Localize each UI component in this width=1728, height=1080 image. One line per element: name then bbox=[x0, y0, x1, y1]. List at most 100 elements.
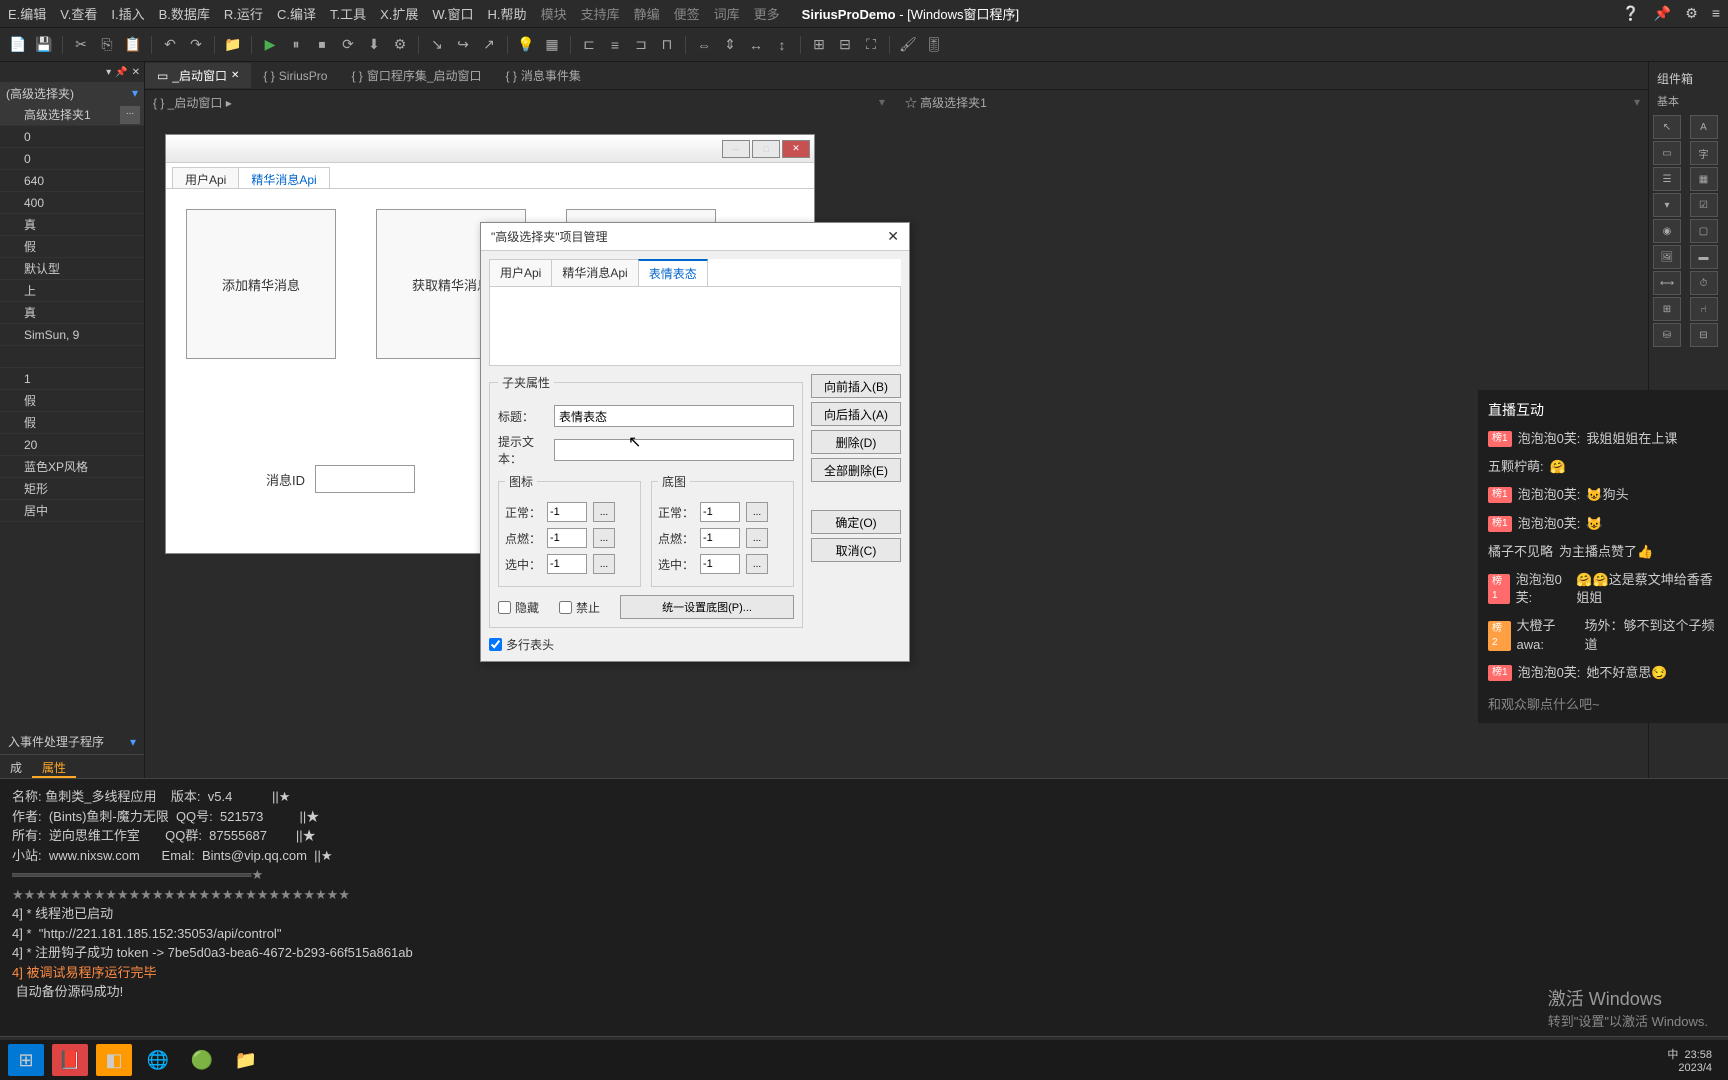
palette-tab-basic[interactable]: 基本 bbox=[1653, 91, 1724, 111]
tab-siriuspro[interactable]: { } SiriusPro bbox=[251, 65, 339, 87]
unified-bg-button[interactable]: 统一设置底图(P)... bbox=[620, 595, 794, 619]
cut-icon[interactable]: ✂ bbox=[71, 35, 91, 55]
menu-view[interactable]: V.查看 bbox=[60, 4, 97, 23]
dlg-tab-emoji[interactable]: 表情表态 bbox=[638, 259, 708, 286]
button-icon[interactable]: ▭ bbox=[1653, 141, 1681, 165]
task-explorer[interactable]: 📁 bbox=[228, 1044, 264, 1076]
step-over-icon[interactable]: ↪ bbox=[453, 35, 473, 55]
delete-button[interactable]: 删除(D) bbox=[811, 430, 901, 454]
list-icon[interactable]: ☰ bbox=[1653, 167, 1681, 191]
run-icon[interactable]: ▶ bbox=[260, 35, 280, 55]
check-icon[interactable]: ☑ bbox=[1690, 193, 1718, 217]
form-tab-essence[interactable]: 精华消息Api bbox=[238, 167, 329, 188]
gear-icon[interactable]: ⚙ bbox=[1685, 5, 1698, 22]
prop-row[interactable]: 640 bbox=[0, 170, 144, 192]
panel-pin-icon[interactable]: 📌 bbox=[115, 67, 127, 78]
msg-id-input[interactable] bbox=[315, 465, 415, 493]
grid-icon[interactable]: ▦ bbox=[1690, 167, 1718, 191]
task-app2[interactable]: ◧ bbox=[96, 1044, 132, 1076]
new-icon[interactable]: 📄 bbox=[8, 35, 28, 55]
object-combo[interactable]: (高级选择夹)▾ bbox=[0, 82, 144, 104]
prop-row[interactable] bbox=[0, 346, 144, 368]
browse-button[interactable]: ... bbox=[746, 502, 768, 522]
step-into-icon[interactable]: ↘ bbox=[427, 35, 447, 55]
browse-button[interactable]: ... bbox=[593, 554, 615, 574]
stop-icon[interactable]: ⏹ bbox=[312, 35, 332, 55]
start-button[interactable]: ⊞ bbox=[8, 1044, 44, 1076]
close-button[interactable]: ✕ bbox=[782, 140, 810, 158]
timer-icon[interactable]: ⏱ bbox=[1690, 271, 1718, 295]
tab-icon[interactable]: ⑁ bbox=[1690, 297, 1718, 321]
tab-window-procs[interactable]: { } 窗口程序集_启动窗口 bbox=[339, 63, 493, 88]
menu-edit[interactable]: E.编辑 bbox=[8, 4, 46, 23]
browse-button[interactable]: ... bbox=[746, 528, 768, 548]
progress-icon[interactable]: ▬ bbox=[1690, 245, 1718, 269]
menu-database[interactable]: B.数据库 bbox=[159, 4, 210, 23]
menu-dict[interactable]: 词库 bbox=[714, 4, 740, 23]
close-icon[interactable]: ✕ bbox=[231, 70, 239, 81]
bg-hot-input[interactable] bbox=[700, 528, 740, 548]
prop-row[interactable]: 真 bbox=[0, 214, 144, 236]
menu-note[interactable]: 便签 bbox=[674, 4, 700, 23]
dist-v-icon[interactable]: ⇕ bbox=[720, 35, 740, 55]
menu-window[interactable]: W.窗口 bbox=[432, 4, 473, 23]
prop-row[interactable]: 上 bbox=[0, 280, 144, 302]
step-icon[interactable]: ⬇ bbox=[364, 35, 384, 55]
prop-row[interactable]: 真 bbox=[0, 302, 144, 324]
prop-row[interactable]: 0 bbox=[0, 148, 144, 170]
menu-tools[interactable]: T.工具 bbox=[330, 4, 366, 23]
form-tab-user[interactable]: 用户Api bbox=[172, 167, 239, 188]
menu-extend[interactable]: X.扩展 bbox=[380, 4, 418, 23]
multiline-checkbox[interactable]: 多行表头 bbox=[489, 636, 554, 653]
combo-icon[interactable]: ▾ bbox=[1653, 193, 1681, 217]
image-icon[interactable]: 🖼 bbox=[1653, 245, 1681, 269]
same-w-icon[interactable]: ↔ bbox=[746, 35, 766, 55]
prop-row[interactable]: 居中 bbox=[0, 500, 144, 522]
prop-name-row[interactable]: 高级选择夹1 ... bbox=[0, 104, 144, 126]
insert-before-button[interactable]: 向前插入(B) bbox=[811, 374, 901, 398]
font-icon[interactable]: 字 bbox=[1690, 141, 1718, 165]
tab-start-window[interactable]: ▭ _启动窗口 ✕ bbox=[145, 63, 251, 88]
cancel-button[interactable]: 取消(C) bbox=[811, 538, 901, 562]
task-app1[interactable]: 📕 bbox=[52, 1044, 88, 1076]
left-tab-properties[interactable]: 属性 bbox=[32, 755, 76, 778]
prop-row[interactable]: 蓝色XP风格 bbox=[0, 456, 144, 478]
prop-row[interactable]: 20 bbox=[0, 434, 144, 456]
center-v-icon[interactable]: ⊟ bbox=[835, 35, 855, 55]
chat-input-prompt[interactable]: 和观众聊点什么吧~ bbox=[1488, 694, 1718, 713]
hide-checkbox[interactable]: 隐藏 bbox=[498, 599, 539, 616]
chevron-down-icon[interactable]: ▾ bbox=[879, 95, 885, 109]
menu-compile[interactable]: C.编译 bbox=[277, 4, 316, 23]
browse-button[interactable]: ... bbox=[593, 502, 615, 522]
tab-message-events[interactable]: { } 消息事件集 bbox=[494, 63, 593, 88]
bg-sel-input[interactable] bbox=[700, 554, 740, 574]
dist-h-icon[interactable]: ⇔ bbox=[694, 35, 714, 55]
same-h-icon[interactable]: ↕ bbox=[772, 35, 792, 55]
undo-icon[interactable]: ↶ bbox=[160, 35, 180, 55]
left-tab-1[interactable]: 成 bbox=[0, 755, 32, 778]
align-right-icon[interactable]: ⊐ bbox=[631, 35, 651, 55]
chevron-down-icon[interactable]: ▾ bbox=[1634, 95, 1640, 109]
odbc-icon[interactable]: ⊟ bbox=[1690, 323, 1718, 347]
event-handler-combo[interactable]: 入事件处理子程序▾ bbox=[0, 729, 144, 754]
copy-icon[interactable]: ⎘ bbox=[97, 35, 117, 55]
pause-icon[interactable]: ⏸ bbox=[286, 35, 306, 55]
tune-icon[interactable]: 🎚 bbox=[924, 35, 944, 55]
menu-insert[interactable]: I.插入 bbox=[111, 4, 144, 23]
brush-icon[interactable]: 🖌 bbox=[898, 35, 918, 55]
help-icon[interactable]: ❔ bbox=[1622, 5, 1639, 22]
icon-sel-input[interactable] bbox=[547, 554, 587, 574]
add-essence-button[interactable]: 添加精华消息 bbox=[186, 209, 336, 359]
task-chrome[interactable]: 🟢 bbox=[184, 1044, 220, 1076]
frame-icon[interactable]: ▢ bbox=[1690, 219, 1718, 243]
db-icon[interactable]: ⛁ bbox=[1653, 323, 1681, 347]
task-edge[interactable]: 🌐 bbox=[140, 1044, 176, 1076]
prop-row[interactable]: 默认型 bbox=[0, 258, 144, 280]
menu-icon[interactable]: ≡ bbox=[1712, 5, 1720, 22]
browse-button[interactable]: ... bbox=[593, 528, 615, 548]
menu-help[interactable]: H.帮助 bbox=[488, 4, 527, 23]
slider-icon[interactable]: ⟷ bbox=[1653, 271, 1681, 295]
menu-run[interactable]: R.运行 bbox=[224, 4, 263, 23]
step-out-icon[interactable]: ↗ bbox=[479, 35, 499, 55]
prop-row[interactable]: 400 bbox=[0, 192, 144, 214]
